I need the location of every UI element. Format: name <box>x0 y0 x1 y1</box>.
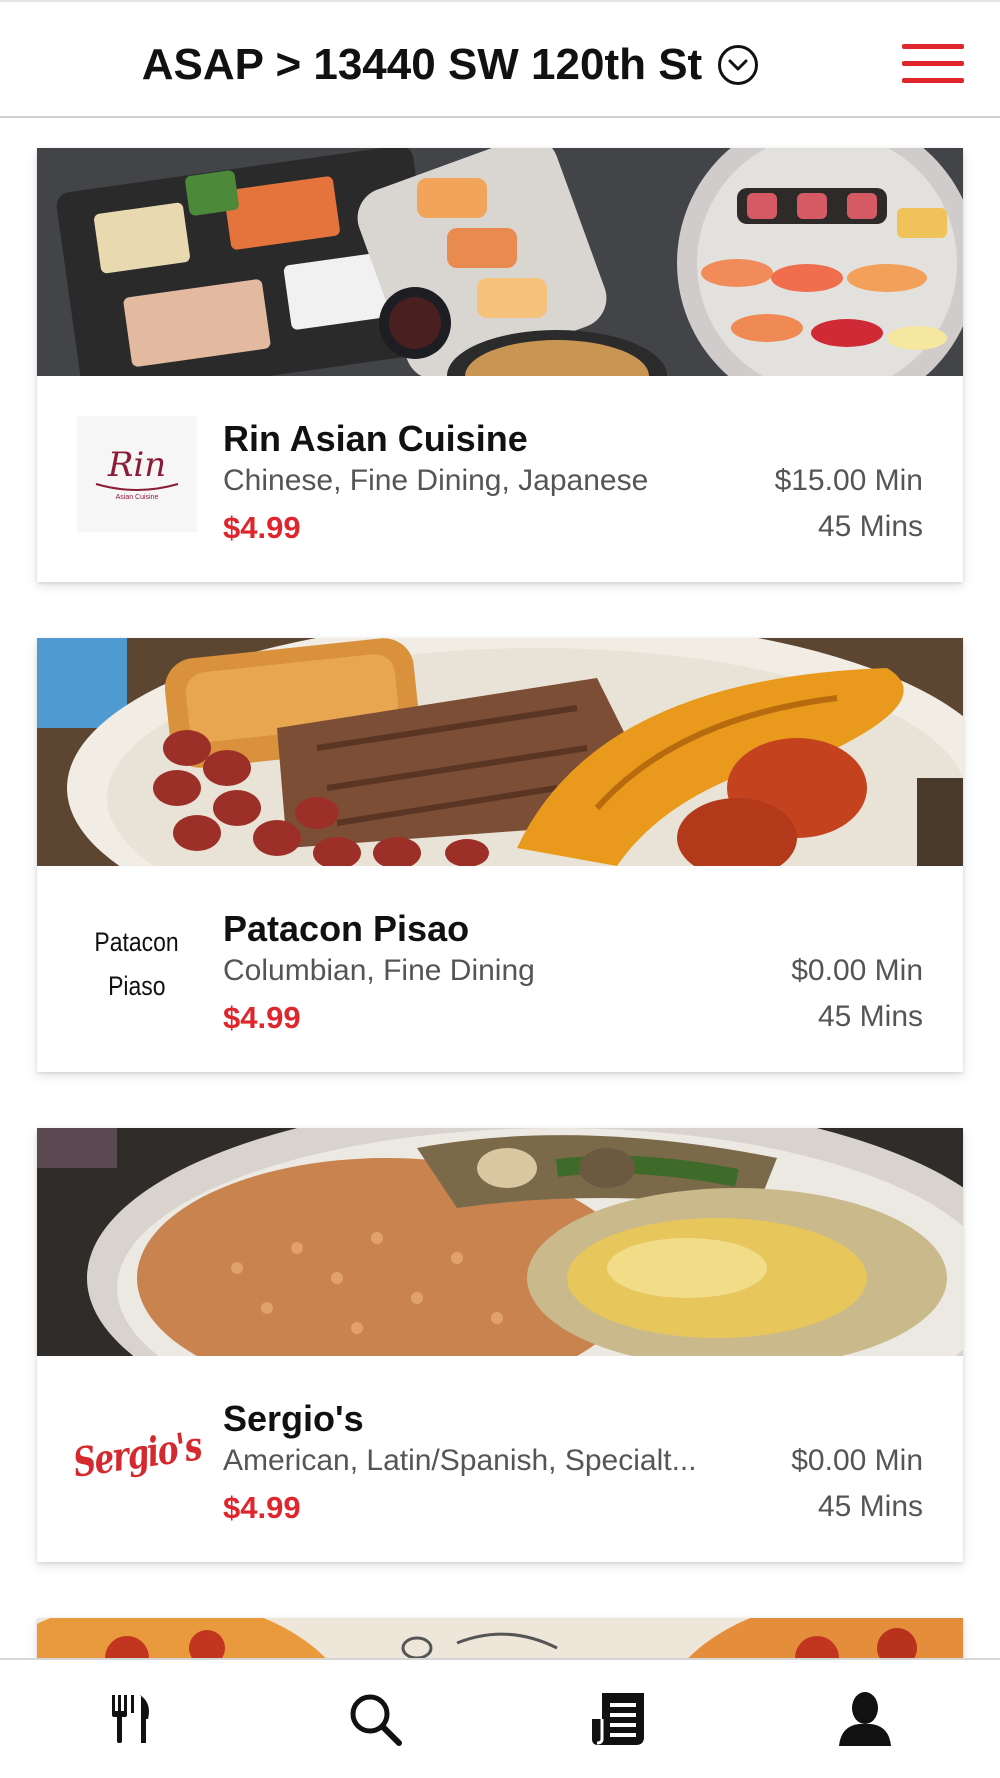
restaurant-name: Rin Asian Cuisine <box>223 418 528 459</box>
fork-knife-icon[interactable] <box>97 1684 167 1754</box>
top-bar: ASAP > 13440 SW 120th St <box>0 0 1000 118</box>
restaurant-info: Sergio's Sergio's American, Latin/Spanis… <box>37 1356 963 1562</box>
delivery-eta: 45 Mins <box>817 510 923 543</box>
address-selector[interactable]: ASAP > 13440 SW 120th St <box>0 40 900 90</box>
restaurant-photo <box>37 1618 963 1658</box>
minimum-order: $15.00 Min <box>774 464 923 497</box>
search-icon[interactable] <box>340 1684 410 1754</box>
restaurant-card[interactable]: Rin Asian Cuisine Rin Asian Cuisine Chin… <box>37 148 963 582</box>
delivery-fee: $4.99 <box>223 510 301 545</box>
orders-icon[interactable] <box>583 1684 653 1754</box>
restaurant-card[interactable] <box>37 1618 963 1658</box>
chevron-circle-down-icon <box>718 45 759 85</box>
restaurant-cuisine: Chinese, Fine Dining, Japanese <box>223 464 649 497</box>
account-icon[interactable] <box>830 1684 900 1754</box>
delivery-fee: $4.99 <box>223 1490 301 1525</box>
restaurant-card[interactable]: Sergio's Sergio's American, Latin/Spanis… <box>37 1128 963 1562</box>
restaurant-logo: Sergio's <box>70 1421 204 1487</box>
restaurant-photo <box>37 148 963 376</box>
restaurant-cuisine: American, Latin/Spanish, Specialt... <box>223 1444 697 1477</box>
bottom-tab-bar <box>0 1658 1000 1778</box>
delivery-fee: $4.99 <box>223 1000 301 1035</box>
restaurant-photo <box>37 638 963 866</box>
restaurant-list[interactable]: Rin Asian Cuisine Rin Asian Cuisine Chin… <box>0 118 1000 1658</box>
address-label: ASAP > 13440 SW 120th St <box>141 40 703 89</box>
delivery-eta: 45 Mins <box>817 1490 923 1523</box>
restaurant-logo: Patacon Piaso <box>94 927 180 1001</box>
minimum-order: $0.00 Min <box>791 954 923 987</box>
delivery-eta: 45 Mins <box>817 1000 923 1033</box>
hamburger-menu-icon[interactable] <box>902 44 964 84</box>
restaurant-name: Sergio's <box>223 1398 364 1439</box>
restaurant-photo <box>37 1128 963 1356</box>
minimum-order: $0.00 Min <box>791 1444 923 1477</box>
restaurant-logo: Rin Asian Cuisine <box>77 416 197 532</box>
restaurant-name: Patacon Pisao <box>223 908 470 949</box>
restaurant-info: Patacon Piaso Patacon Pisao Columbian, F… <box>37 866 963 1072</box>
restaurant-cuisine: Columbian, Fine Dining <box>223 954 535 987</box>
restaurant-card[interactable]: Patacon Piaso Patacon Pisao Columbian, F… <box>37 638 963 1072</box>
restaurant-info: Rin Asian Cuisine Rin Asian Cuisine Chin… <box>37 376 963 582</box>
